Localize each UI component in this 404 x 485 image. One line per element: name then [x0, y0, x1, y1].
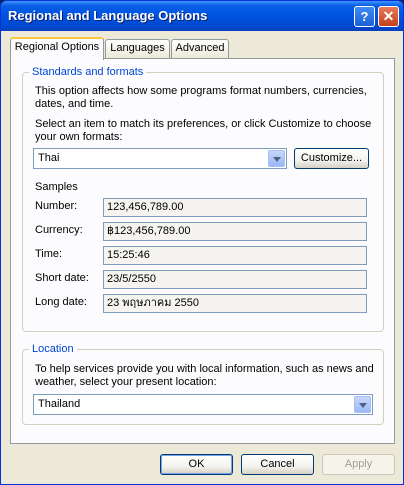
tab-regional-options[interactable]: Regional Options — [10, 37, 104, 60]
close-button[interactable]: ✕ — [378, 6, 399, 27]
apply-button[interactable]: Apply — [322, 454, 395, 475]
sample-short-date-field: 23/5/2550 — [103, 270, 367, 289]
sample-time-field: 15:25:46 — [103, 246, 367, 265]
title-bar[interactable]: Regional and Language Options ? ✕ — [1, 1, 403, 31]
chevron-down-icon[interactable] — [354, 396, 371, 413]
sample-label-number: Number: — [35, 200, 78, 212]
select-instruction-line2: your own formats: — [35, 131, 123, 143]
standards-group: Standards and formats This option affect… — [22, 66, 384, 332]
cancel-button[interactable]: Cancel — [241, 454, 314, 475]
chevron-down-icon[interactable] — [268, 150, 285, 167]
select-instruction-line1: Select an item to match its preferences,… — [35, 118, 372, 130]
format-select-value: Thai — [38, 152, 60, 164]
location-description-line2: weather, select your present location: — [35, 376, 217, 388]
location-description-line1: To help services provide you with local … — [35, 363, 374, 375]
samples-heading: Samples — [35, 181, 78, 193]
sample-label-short-date: Short date: — [35, 272, 89, 284]
tab-panel: Standards and formats This option affect… — [10, 58, 395, 444]
sample-long-date-field: 23 พฤษภาคม 2550 — [103, 294, 367, 313]
help-button[interactable]: ? — [354, 6, 375, 27]
tab-languages[interactable]: Languages — [105, 39, 170, 58]
location-select[interactable]: Thailand — [33, 394, 373, 415]
standards-description-line1: This option affects how some programs fo… — [35, 85, 367, 97]
customize-button[interactable]: Customize... — [294, 148, 369, 169]
standards-description-line2: dates, and time. — [35, 98, 114, 110]
standards-legend: Standards and formats — [29, 66, 147, 78]
ok-button[interactable]: OK — [160, 454, 233, 475]
sample-number-field: 123,456,789.00 — [103, 198, 367, 217]
window-title: Regional and Language Options — [8, 8, 208, 23]
sample-label-long-date: Long date: — [35, 296, 87, 308]
format-select[interactable]: Thai — [33, 148, 287, 169]
sample-label-time: Time: — [35, 248, 63, 260]
location-legend: Location — [29, 343, 77, 355]
dialog-window: Regional and Language Options ? ✕ Region… — [0, 0, 404, 485]
location-select-value: Thailand — [38, 398, 81, 410]
tab-advanced[interactable]: Advanced — [171, 39, 229, 58]
sample-label-currency: Currency: — [35, 224, 83, 236]
sample-currency-field: ฿123,456,789.00 — [103, 222, 367, 241]
location-group: Location To help services provide you wi… — [22, 343, 384, 425]
